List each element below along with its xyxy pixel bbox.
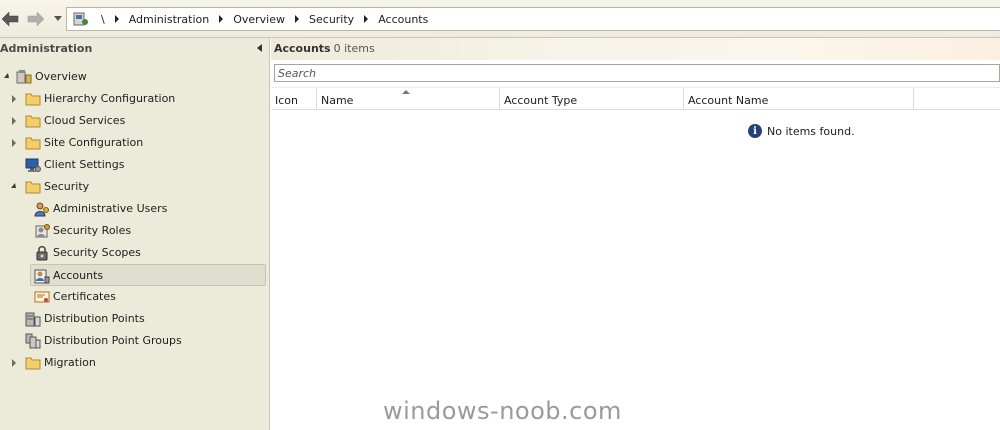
breadcrumb-root[interactable]: \ [101, 13, 129, 26]
breadcrumb-separator-icon[interactable] [114, 15, 119, 23]
tree-item-security[interactable]: Security [0, 176, 270, 198]
breadcrumb: \ Administration Overview Security Accou… [66, 7, 1000, 31]
distribution-points-icon [25, 312, 41, 327]
folder-icon [25, 357, 41, 370]
collapsed-arrow-icon[interactable] [12, 117, 16, 125]
breadcrumb-separator-icon[interactable] [364, 15, 369, 23]
tree-item-label: Cloud Services [44, 114, 126, 127]
tree-item-label: Security Scopes [53, 246, 141, 259]
tree-item-label: Security Roles [53, 224, 132, 237]
history-dropdown-button[interactable] [52, 8, 64, 30]
folder-icon [25, 181, 41, 194]
column-header-account-type[interactable]: Account Type [500, 88, 684, 110]
tree-item-distribution-point-groups[interactable]: Distribution Point Groups [0, 330, 270, 352]
breadcrumb-label: Overview [233, 12, 286, 26]
tree-item-label: Client Settings [44, 158, 125, 171]
column-header-icon[interactable]: Icon [271, 88, 317, 110]
navigation-pane-title: Administration [0, 42, 93, 55]
navigation-pane-header: Administration [0, 38, 270, 60]
info-icon: i [748, 124, 762, 138]
accounts-icon [34, 269, 50, 284]
certificate-icon [34, 291, 50, 303]
item-count: 0 items [333, 42, 375, 55]
search-input[interactable]: Search [274, 64, 1000, 82]
tree-item-label: Migration [44, 356, 96, 369]
tree-item-cloud-services[interactable]: Cloud Services [0, 110, 270, 132]
tree-item-label: Overview [35, 70, 87, 83]
tree-item-overview[interactable]: Overview [0, 66, 270, 88]
column-header-name[interactable]: Name [317, 88, 500, 110]
security-roles-icon [35, 224, 50, 238]
empty-state-text: No items found. [767, 124, 855, 138]
tree-item-label: Accounts [53, 269, 104, 282]
tree-item-client-settings[interactable]: Client Settings [0, 154, 270, 176]
breadcrumb-separator-icon[interactable] [295, 15, 300, 23]
chevron-down-icon [54, 16, 62, 21]
back-arrow-icon [1, 11, 19, 27]
tree-item-security-roles[interactable]: Security Roles [0, 220, 270, 242]
content-title: Accounts [274, 42, 331, 55]
tree-item-certificates[interactable]: Certificates [0, 286, 270, 308]
tree-item-administrative-users[interactable]: Administrative Users [0, 198, 270, 220]
collapse-pane-icon[interactable] [257, 44, 262, 52]
collapsed-arrow-icon[interactable] [12, 95, 16, 103]
tree-item-accounts[interactable]: Accounts [30, 264, 266, 286]
forward-arrow-icon [27, 11, 45, 27]
content-pane: Accounts 0 items Search Icon Name Account… [271, 38, 1000, 430]
tree-item-site-configuration[interactable]: Site Configuration [0, 132, 270, 154]
client-settings-icon [25, 158, 41, 172]
tree-item-label: Certificates [53, 290, 116, 303]
expanded-arrow-icon[interactable] [11, 183, 16, 188]
tree-item-label: Administrative Users [53, 202, 168, 215]
breadcrumb-label: Accounts [378, 12, 429, 26]
column-header-account-name[interactable]: Account Name [684, 88, 914, 110]
admin-users-icon [34, 202, 49, 217]
back-button[interactable] [0, 8, 20, 30]
content-header: Accounts 0 items [271, 38, 1000, 60]
tree-item-hierarchy-configuration[interactable]: Hierarchy Configuration [0, 88, 270, 110]
collapsed-arrow-icon[interactable] [12, 359, 16, 367]
empty-state-message: i No items found. [748, 124, 855, 138]
breadcrumb-label: Security [309, 12, 355, 26]
watermark: windows-noob.com [383, 397, 622, 425]
overview-icon [16, 70, 32, 84]
breadcrumb-root-label: \ [101, 12, 105, 26]
folder-icon [25, 93, 41, 106]
navigation-pane: Administration Overview Hierarchy Config… [0, 38, 270, 430]
breadcrumb-label: Administration [128, 12, 210, 26]
tree-item-label: Distribution Points [44, 312, 145, 325]
breadcrumb-separator-icon[interactable] [219, 15, 224, 23]
tree-item-label: Site Configuration [44, 136, 144, 149]
tree-item-migration[interactable]: Migration [0, 352, 270, 374]
breadcrumb-item-overview[interactable]: Overview [233, 13, 309, 26]
breadcrumb-item-accounts[interactable]: Accounts [378, 13, 434, 26]
tree-item-label: Security [44, 180, 90, 193]
address-bar: \ Administration Overview Security Accou… [0, 0, 1000, 38]
tree-item-distribution-points[interactable]: Distribution Points [0, 308, 270, 330]
expanded-arrow-icon[interactable] [4, 73, 9, 78]
folder-icon [25, 115, 41, 128]
tree-item-label: Hierarchy Configuration [44, 92, 176, 105]
forward-button[interactable] [26, 8, 46, 30]
distribution-point-groups-icon [25, 333, 41, 349]
column-header-row: Icon Name Account Type Account Name [271, 87, 1000, 110]
breadcrumb-item-security[interactable]: Security [309, 13, 378, 26]
console-root-icon[interactable] [73, 11, 89, 27]
folder-icon [25, 137, 41, 150]
tree-item-security-scopes[interactable]: Security Scopes [0, 242, 270, 264]
breadcrumb-item-administration[interactable]: Administration [129, 13, 234, 26]
tree-item-label: Distribution Point Groups [44, 334, 182, 347]
collapsed-arrow-icon[interactable] [12, 139, 16, 147]
security-scopes-icon [36, 246, 48, 261]
